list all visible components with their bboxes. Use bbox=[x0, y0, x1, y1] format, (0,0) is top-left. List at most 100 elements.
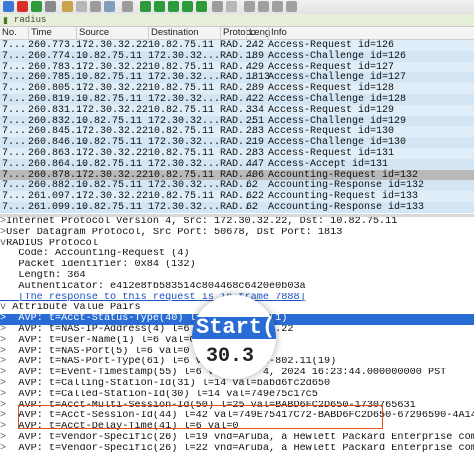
detail-row[interactable]: > AVP: t=Vendor-Specific(26) l=22 vnd=Ar… bbox=[0, 444, 474, 455]
colorize-icon[interactable] bbox=[226, 1, 237, 12]
shark-fin-icon[interactable] bbox=[3, 1, 14, 12]
detail-text: AVP: t=Vendor-Specific(26) l=19 vnd=Arub… bbox=[18, 433, 474, 443]
zoom-out-icon[interactable] bbox=[258, 1, 269, 12]
forward-icon[interactable] bbox=[154, 1, 165, 12]
packet-row[interactable]: 7... 260.774... 10.82.75.11 172.30.32... RAD… bbox=[0, 50, 474, 62]
packet-cell-source: 172.30.32.22 bbox=[76, 126, 149, 138]
detail-text: AVP: t=NAS-Port-Type(61) l=6 val=Wireles… bbox=[6, 357, 337, 368]
packet-cell-info: Access-Challenge id=127 bbox=[268, 72, 407, 84]
last-packet-icon[interactable] bbox=[196, 1, 207, 12]
packet-row-selected[interactable]: 7... 260.878... 172.30.32.22 10.82.75.11 RAD… bbox=[0, 169, 474, 181]
detail-text: Code: Accounting-Request (4) bbox=[0, 249, 190, 260]
save-icon[interactable] bbox=[76, 1, 87, 12]
packet-cell-length: 447 bbox=[246, 158, 265, 170]
detail-row[interactable]: >User Datagram Protocol, Src Port: 50678… bbox=[0, 228, 474, 239]
packet-row[interactable]: 7... 260.846... 10.82.75.11 172.30.32... RAD… bbox=[0, 137, 474, 149]
packet-row[interactable]: 7... 260.831... 172.30.32.22 10.82.75.11 RAD… bbox=[0, 104, 474, 116]
packet-cell-no: 7... bbox=[2, 169, 27, 181]
packet-cell-source: 10.82.75.11 bbox=[76, 94, 143, 105]
detail-text: Internet Protocol Version 4, Src: 172.30… bbox=[6, 217, 398, 227]
packet-row[interactable]: 7... 260.805... 172.30.32.22 10.82.75.11 RAD… bbox=[0, 83, 474, 95]
packet-cell-source: 10.82.75.11 bbox=[76, 137, 143, 149]
packet-cell-destination: 172.30.32... bbox=[148, 50, 221, 62]
packet-cell-info: Access-Challenge id=130 bbox=[268, 137, 407, 149]
packet-list: 7... 260.773... 172.30.32.22 10.82.75.11 RAD… bbox=[0, 40, 474, 213]
packet-list-header: No. Time Source Destination Protoco Leng… bbox=[0, 27, 474, 40]
detail-row[interactable]: Code: Accounting-Request (4) bbox=[0, 249, 474, 260]
detail-row[interactable]: >Internet Protocol Version 4, Src: 172.3… bbox=[0, 217, 474, 228]
column-header-time[interactable]: Time bbox=[28, 27, 52, 39]
packet-cell-source: 172.30.32.22 bbox=[76, 61, 149, 73]
packet-row[interactable]: 7... 260.832... 10.82.75.11 172.30.32... RAD… bbox=[0, 115, 474, 127]
packet-row[interactable]: 7... 260.785... 10.82.75.11 172.30.32... RAD… bbox=[0, 72, 474, 84]
packet-row[interactable]: 7... 260.882... 10.82.75.11 172.30.32... RAD… bbox=[0, 180, 474, 192]
first-packet-icon[interactable] bbox=[182, 1, 193, 12]
packet-cell-no: 7... bbox=[2, 191, 27, 203]
packet-cell-destination: 10.82.75.11 bbox=[148, 40, 215, 51]
packet-cell-no: 7... bbox=[2, 104, 27, 116]
packet-row[interactable]: 7... 261.097... 172.30.32.22 10.82.75.11 RAD… bbox=[0, 191, 474, 203]
packet-cell-no: 7... bbox=[2, 126, 27, 138]
packet-cell-source: 172.30.32.22 bbox=[76, 40, 149, 51]
close-file-icon[interactable] bbox=[90, 1, 101, 12]
packet-cell-info: Access-Request id=127 bbox=[268, 61, 395, 73]
detail-row[interactable]: > AVP: t=Calling-Station-Id(31) l=14 val… bbox=[0, 379, 474, 390]
column-header-no[interactable]: No. bbox=[0, 27, 17, 39]
autoscroll-icon[interactable] bbox=[212, 1, 223, 12]
detail-text: Packet identifier: 0x84 (132) bbox=[0, 260, 196, 271]
main-toolbar bbox=[0, 0, 474, 15]
detail-row[interactable]: Packet identifier: 0x84 (132) bbox=[0, 260, 474, 271]
column-header-length[interactable]: Leng bbox=[246, 27, 270, 39]
column-header-info[interactable]: Info bbox=[268, 27, 287, 39]
detail-text: AVP: t=Called-Station-Id(30) l=14 val=74… bbox=[6, 389, 318, 400]
find-icon[interactable] bbox=[122, 1, 133, 12]
packet-cell-destination: 10.82.75.11 bbox=[148, 191, 215, 203]
reload-icon[interactable] bbox=[104, 1, 115, 12]
go-to-packet-icon[interactable] bbox=[168, 1, 179, 12]
packet-cell-source: 10.82.75.11 bbox=[76, 72, 143, 84]
back-icon[interactable] bbox=[140, 1, 151, 12]
zoom-in-icon[interactable] bbox=[244, 1, 255, 12]
packet-row[interactable]: 7... 260.819... 10.82.75.11 172.30.32... RAD… bbox=[0, 94, 474, 105]
packet-row[interactable]: 7... 260.864... 10.82.75.11 172.30.32... RAD… bbox=[0, 158, 474, 170]
packet-row[interactable]: 7... 261.099... 10.82.75.11 172.30.32... RAD… bbox=[0, 202, 474, 213]
bookmark-icon[interactable]: ▮ bbox=[3, 15, 8, 26]
detail-row[interactable]: > AVP: t=Vendor-Specific(26) l=19 vnd=Ar… bbox=[0, 433, 474, 444]
packet-cell-info: Accounting-Response id=133 bbox=[268, 202, 425, 213]
packet-cell-source: 172.30.32.22 bbox=[76, 191, 149, 203]
packet-cell-info: Access-Request id=126 bbox=[268, 40, 395, 51]
response-frame-link[interactable]: [The response to this request is in fram… bbox=[0, 293, 305, 303]
packet-cell-length: 429 bbox=[246, 61, 265, 73]
restart-icon[interactable] bbox=[31, 1, 42, 12]
detail-row[interactable]: vRADIUS Protocol bbox=[0, 239, 474, 250]
packet-cell-length: 251 bbox=[246, 115, 265, 127]
display-filter-input[interactable]: radius bbox=[14, 14, 46, 26]
packet-cell-info: Accounting-Response id=132 bbox=[268, 180, 425, 192]
packet-row[interactable]: 7... 260.783... 172.30.32.22 10.82.75.11 RAD… bbox=[0, 61, 474, 73]
display-filter-bar[interactable]: ▮ radius bbox=[0, 14, 474, 27]
packet-cell-info: Access-Accept id=131 bbox=[268, 158, 389, 170]
detail-row[interactable]: Authenticator: e412e8fb583514c804468c642… bbox=[0, 282, 474, 293]
packet-cell-destination: 10.82.75.11 bbox=[148, 61, 215, 73]
packet-cell-length: 283 bbox=[246, 148, 265, 159]
packet-cell-destination: 10.82.75.11 bbox=[148, 169, 215, 181]
normal-size-icon[interactable] bbox=[272, 1, 283, 12]
packet-cell-source: 10.82.75.11 bbox=[76, 50, 143, 62]
packet-cell-info: Access-Request id=131 bbox=[268, 148, 395, 159]
open-icon[interactable] bbox=[62, 1, 73, 12]
detail-row[interactable]: Length: 364 bbox=[0, 271, 474, 282]
packet-row[interactable]: 7... 260.845... 172.30.32.22 10.82.75.11 RAD… bbox=[0, 126, 474, 138]
packet-cell-length: 62 bbox=[246, 202, 259, 213]
resize-columns-icon[interactable] bbox=[286, 1, 297, 12]
column-header-destination[interactable]: Destination bbox=[148, 27, 199, 39]
options-icon[interactable] bbox=[45, 1, 56, 12]
detail-row[interactable]: > AVP: t=Called-Station-Id(30) l=14 val=… bbox=[0, 390, 474, 401]
packet-cell-info: Accounting-Request id=132 bbox=[268, 169, 419, 181]
packet-cell-no: 7... bbox=[2, 94, 27, 105]
packet-row[interactable]: 7... 260.863... 172.30.32.22 10.82.75.11 RAD… bbox=[0, 148, 474, 159]
packet-row[interactable]: 7... 260.773... 172.30.32.22 10.82.75.11 RAD… bbox=[0, 40, 474, 51]
magnifier-text-ip: 30.3 bbox=[206, 345, 255, 368]
detail-text: AVP: t=Calling-Station-Id(31) l=14 val=b… bbox=[6, 379, 331, 389]
stop-icon[interactable] bbox=[17, 1, 28, 12]
column-header-source[interactable]: Source bbox=[76, 27, 109, 39]
